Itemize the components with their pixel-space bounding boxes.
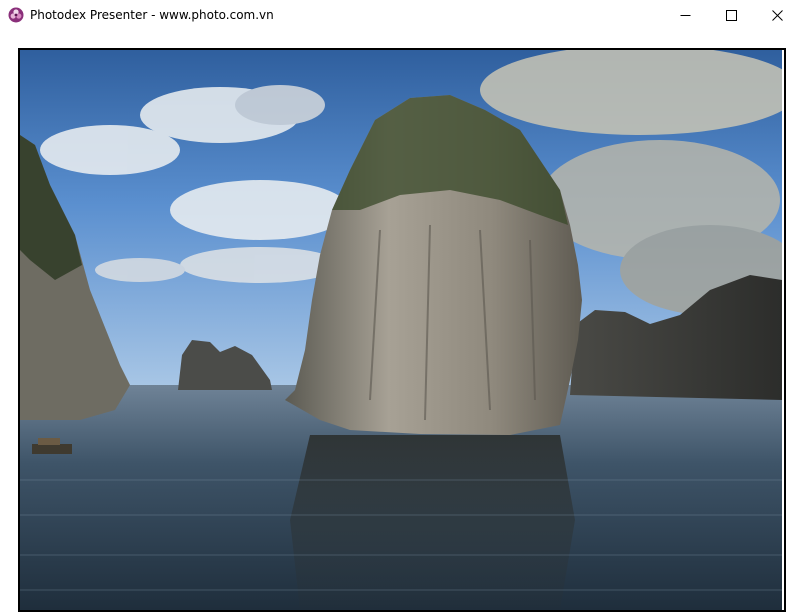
title-bar[interactable]: Photodex Presenter - www.photo.com.vn bbox=[0, 0, 800, 31]
close-icon bbox=[771, 10, 783, 21]
rock-reflection bbox=[290, 435, 575, 610]
slideshow-photo[interactable] bbox=[20, 50, 782, 610]
minimize-icon bbox=[680, 10, 691, 21]
maximize-icon bbox=[725, 10, 737, 21]
photodex-flower-icon bbox=[8, 7, 24, 23]
close-button[interactable] bbox=[754, 0, 800, 31]
minimize-button[interactable] bbox=[662, 0, 708, 31]
window-title: Photodex Presenter - www.photo.com.vn bbox=[30, 8, 274, 22]
maximize-button[interactable] bbox=[708, 0, 754, 31]
